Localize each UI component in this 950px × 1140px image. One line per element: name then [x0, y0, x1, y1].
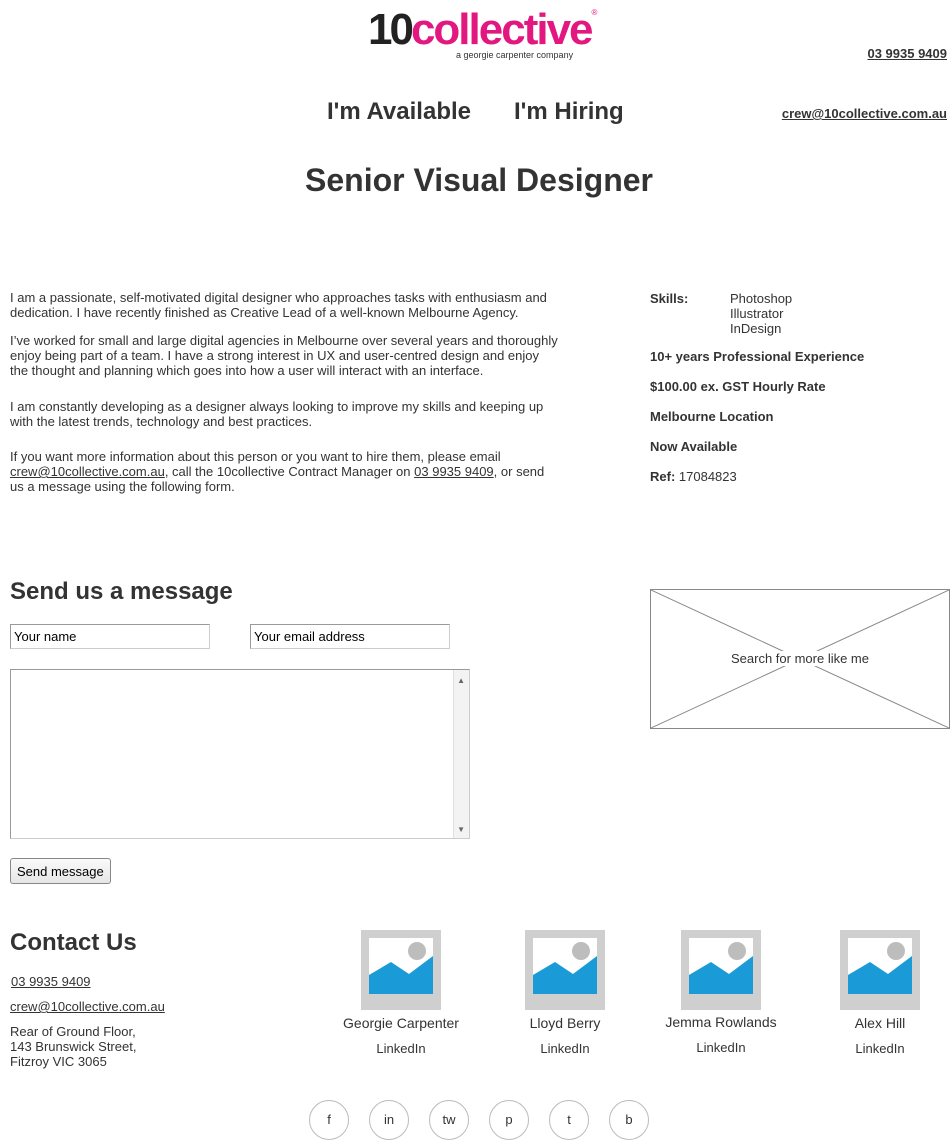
bio-email-link[interactable]: crew@10collective.com.au — [10, 464, 165, 479]
page-title: Senior Visual Designer — [305, 162, 653, 198]
image-placeholder-icon — [525, 930, 605, 1010]
team-member-linkedin-link[interactable]: LinkedIn — [485, 1041, 645, 1056]
name-input[interactable] — [10, 624, 210, 649]
tumblr-icon[interactable]: t — [549, 1100, 589, 1140]
nav-im-available[interactable]: I'm Available — [327, 98, 471, 126]
skills-label: Skills: — [650, 291, 689, 306]
nav-im-hiring[interactable]: I'm Hiring — [514, 98, 624, 126]
address-line: Rear of Ground Floor, — [10, 1024, 136, 1039]
team-member-name: Jemma Rowlands — [665, 1014, 777, 1030]
linkedin-icon[interactable]: in — [369, 1100, 409, 1140]
message-form-title: Send us a message — [10, 578, 233, 605]
hourly-rate: $100.00 ex. GST Hourly Rate — [650, 379, 826, 394]
scroll-up-arrow-icon[interactable]: ▲ — [457, 676, 465, 685]
skill-item: InDesign — [730, 321, 782, 336]
contact-email-link[interactable]: crew@10collective.com.au — [10, 999, 165, 1014]
search-more-label: Search for more like me — [727, 651, 873, 666]
bio-paragraph-1: I am a passionate, self-motivated digita… — [10, 290, 547, 320]
header-email-link[interactable]: crew@10collective.com.au — [782, 106, 947, 121]
message-textarea[interactable]: ▲ ▼ — [10, 669, 470, 839]
scroll-down-arrow-icon[interactable]: ▼ — [457, 825, 465, 834]
pinterest-icon[interactable]: p — [489, 1100, 529, 1140]
team-member-linkedin-link[interactable]: LinkedIn — [641, 1040, 801, 1055]
experience: 10+ years Professional Experience — [650, 349, 865, 364]
email-input[interactable] — [250, 624, 450, 649]
logo-registered: ® — [591, 8, 598, 17]
team-member-name: Alex Hill — [854, 1015, 906, 1031]
facebook-icon[interactable]: f — [309, 1100, 349, 1140]
team-member-card: Alex Hill LinkedIn — [800, 930, 950, 1056]
team-member-name: Lloyd Berry — [529, 1015, 601, 1031]
bio-paragraph-2: I’ve worked for small and large digital … — [10, 333, 558, 378]
image-placeholder-icon — [361, 930, 441, 1010]
header-phone-link[interactable]: 03 9935 9409 — [867, 46, 947, 61]
bio-text: I am a passionate, self-motivated digita… — [10, 290, 560, 494]
skill-item: Photoshop — [730, 291, 793, 306]
twitter-icon[interactable]: tw — [429, 1100, 469, 1140]
reference: Ref: 17084823 — [650, 469, 737, 484]
logo-brand: collective — [410, 5, 594, 54]
team-member-name: Georgie Carpenter — [343, 1015, 459, 1031]
bio-contact-text-b: , call the 10collective Contract Manager… — [164, 464, 411, 479]
contact-address: Rear of Ground Floor, 143 Brunswick Stre… — [10, 1024, 136, 1069]
team-member-card: Georgie Carpenter LinkedIn — [321, 930, 481, 1056]
bio-paragraph-3: I am constantly developing as a designer… — [10, 399, 544, 429]
search-more-label-wrap: Search for more like me — [651, 651, 949, 666]
address-line: Fitzroy VIC 3065 — [10, 1054, 107, 1069]
logo-tagline: a georgie carpenter company — [456, 50, 574, 60]
team-member-linkedin-link[interactable]: LinkedIn — [800, 1041, 950, 1056]
blog-icon[interactable]: b — [609, 1100, 649, 1140]
skills-list: Photoshop Illustrator InDesign — [730, 291, 792, 336]
ref-value: 17084823 — [678, 469, 737, 484]
image-placeholder-icon — [681, 930, 761, 1010]
send-message-button[interactable]: Send message — [10, 858, 111, 884]
bio-phone-link[interactable]: 03 9935 9409 — [414, 464, 494, 479]
contact-title: Contact Us — [10, 929, 137, 956]
search-more-like-me-placeholder[interactable]: Search for more like me — [650, 589, 950, 729]
ref-label: Ref: — [650, 469, 676, 484]
logo[interactable]: 10collective® a georgie carpenter compan… — [368, 8, 598, 64]
skill-item: Illustrator — [730, 306, 784, 321]
location: Melbourne Location — [650, 409, 774, 424]
logo-number: 10 — [368, 5, 414, 54]
textarea-scrollbar[interactable]: ▲ ▼ — [453, 670, 469, 838]
contact-phone-link[interactable]: 03 9935 9409 — [11, 974, 91, 989]
team-member-card: Lloyd Berry LinkedIn — [485, 930, 645, 1056]
address-line: 143 Brunswick Street, — [10, 1039, 137, 1054]
bio-paragraph-4: If you want more information about this … — [10, 449, 560, 494]
team-member-linkedin-link[interactable]: LinkedIn — [321, 1041, 481, 1056]
team-member-card: Jemma Rowlands LinkedIn — [641, 930, 801, 1055]
availability: Now Available — [650, 439, 738, 454]
bio-contact-text-a: If you want more information about this … — [10, 449, 501, 464]
image-placeholder-icon — [840, 930, 920, 1010]
